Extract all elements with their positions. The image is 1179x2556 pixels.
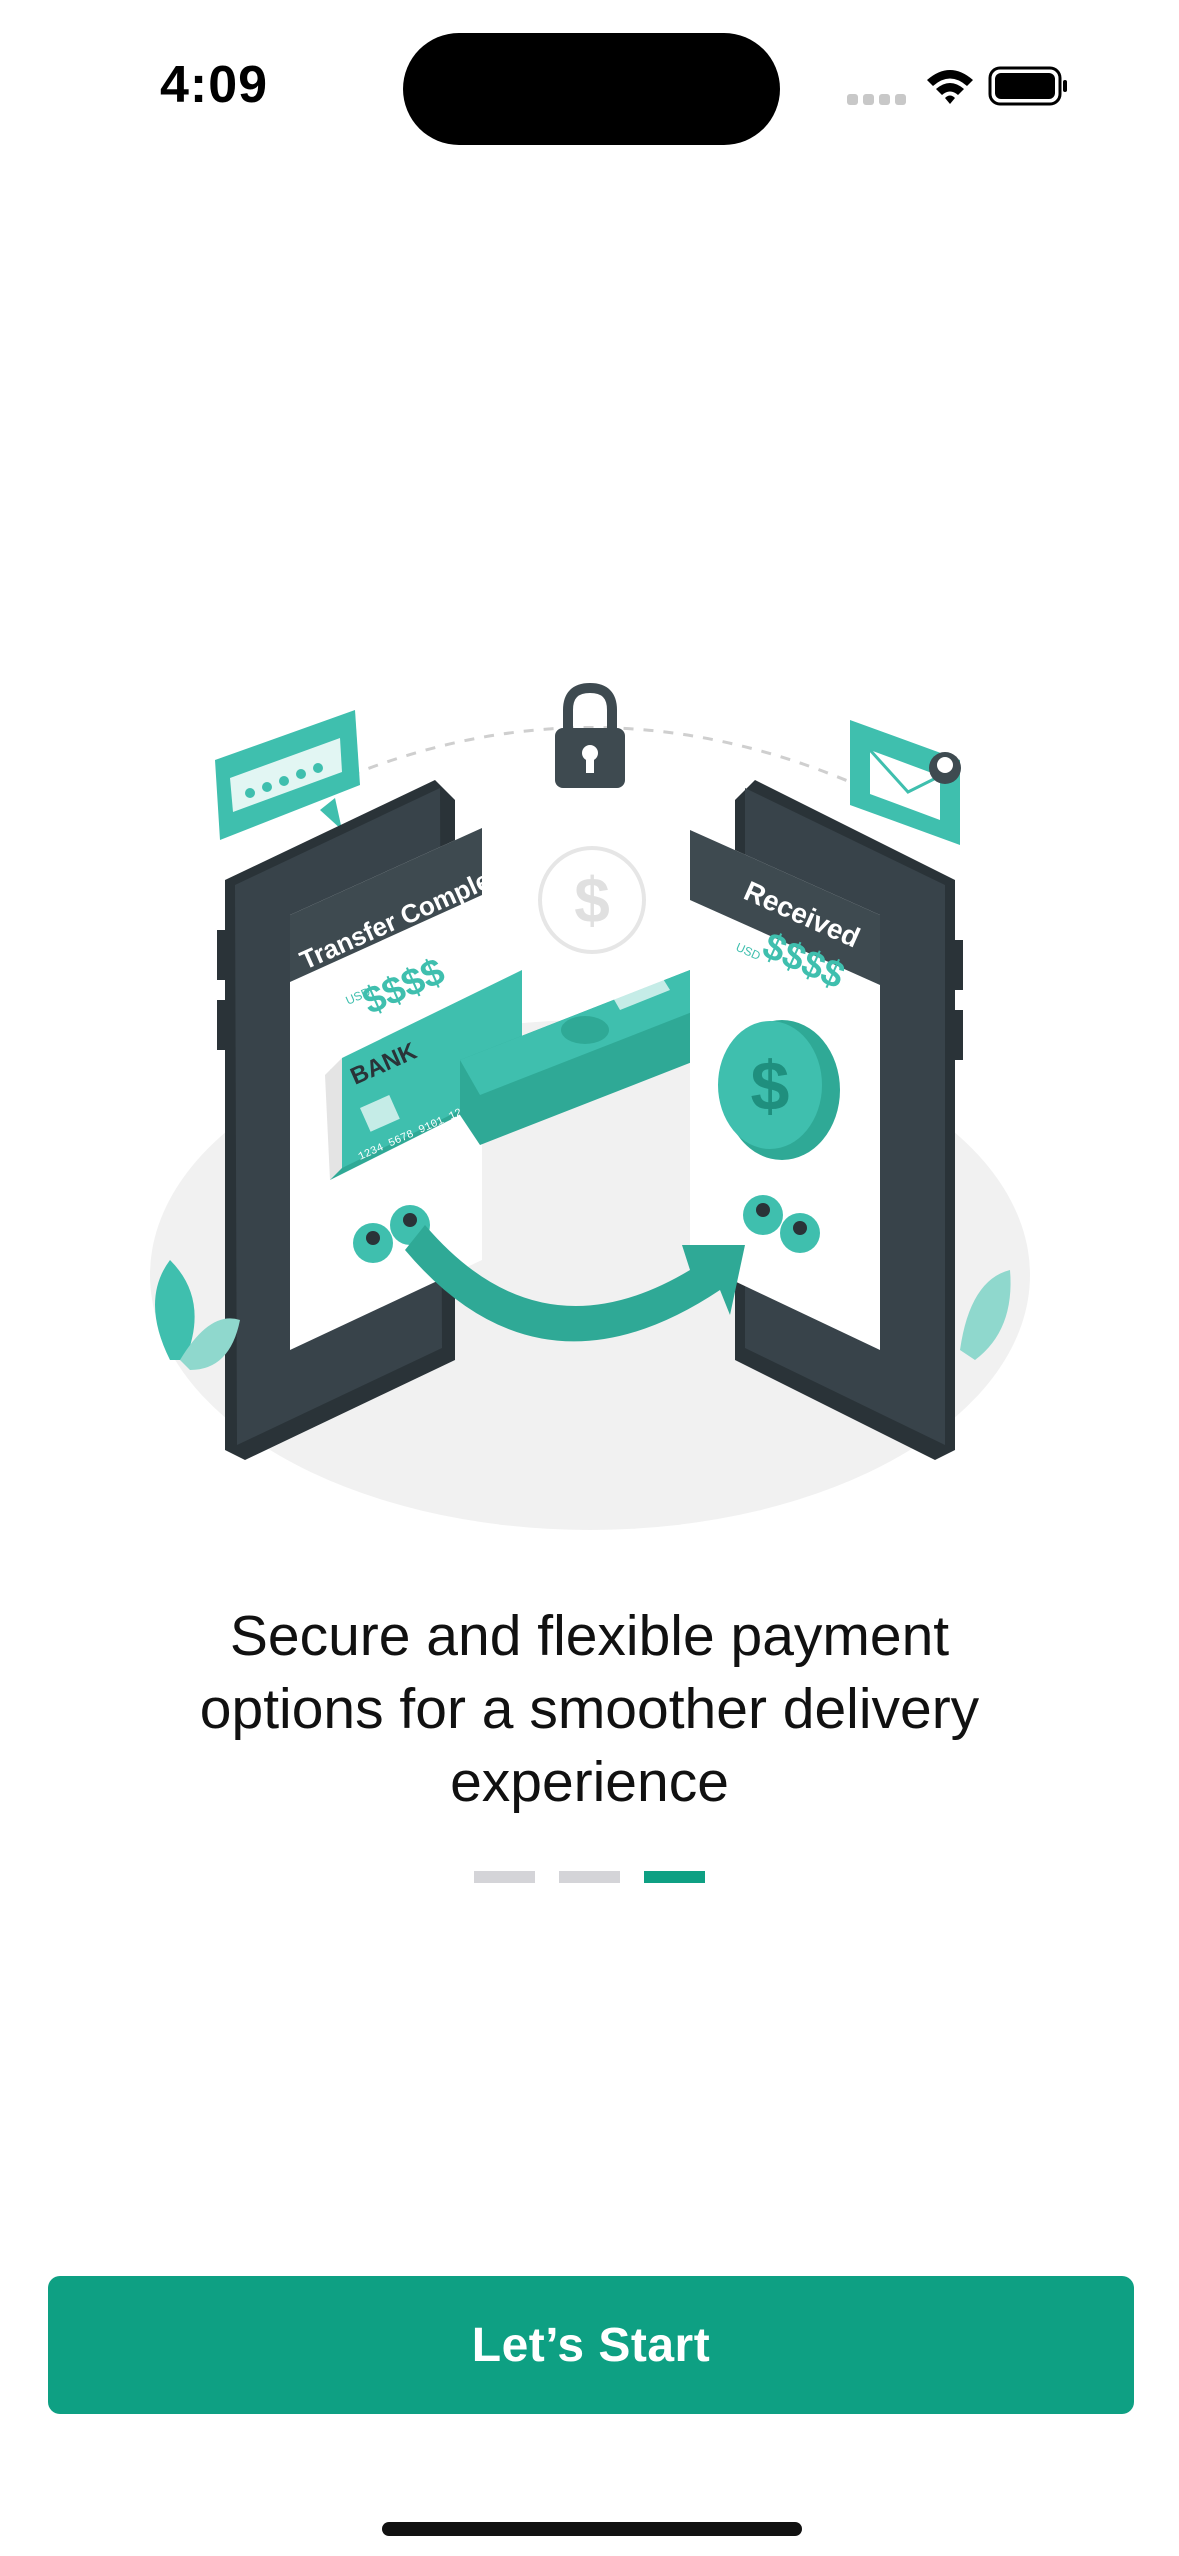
wifi-icon xyxy=(927,70,973,104)
status-icons xyxy=(847,66,1067,106)
headline-line-2: options for a smoother delivery xyxy=(199,1677,980,1741)
page-dot-1[interactable] xyxy=(474,1871,535,1883)
headline-line-3: experience xyxy=(450,1750,729,1814)
home-indicator[interactable] xyxy=(382,2522,802,2536)
status-time: 4:09 xyxy=(160,56,269,114)
lock-icon xyxy=(555,682,625,788)
mail-notification-icon xyxy=(850,720,961,845)
status-bar: 4:09 xyxy=(0,0,1179,160)
onboarding-headline: Secure and flexible payment options for … xyxy=(60,1600,1119,1819)
lets-start-button[interactable]: Let’s Start xyxy=(48,2276,1134,2414)
cellular-signal-icon xyxy=(847,94,906,105)
page-indicator xyxy=(0,1871,1179,1883)
battery-icon xyxy=(988,66,1067,106)
payment-illustration: $ Transfer Completed USD $$$$ BANK 1234 … xyxy=(150,682,1030,1530)
page-dot-2[interactable] xyxy=(559,1871,620,1883)
svg-text:$: $ xyxy=(574,864,610,936)
headline-line-1: Secure and flexible payment xyxy=(229,1604,950,1668)
page-dot-3[interactable] xyxy=(644,1871,705,1883)
dollar-coin-icon: $ xyxy=(538,846,646,954)
dynamic-island xyxy=(403,33,780,145)
password-bubble-icon xyxy=(215,710,360,840)
svg-text:$: $ xyxy=(751,1047,790,1125)
